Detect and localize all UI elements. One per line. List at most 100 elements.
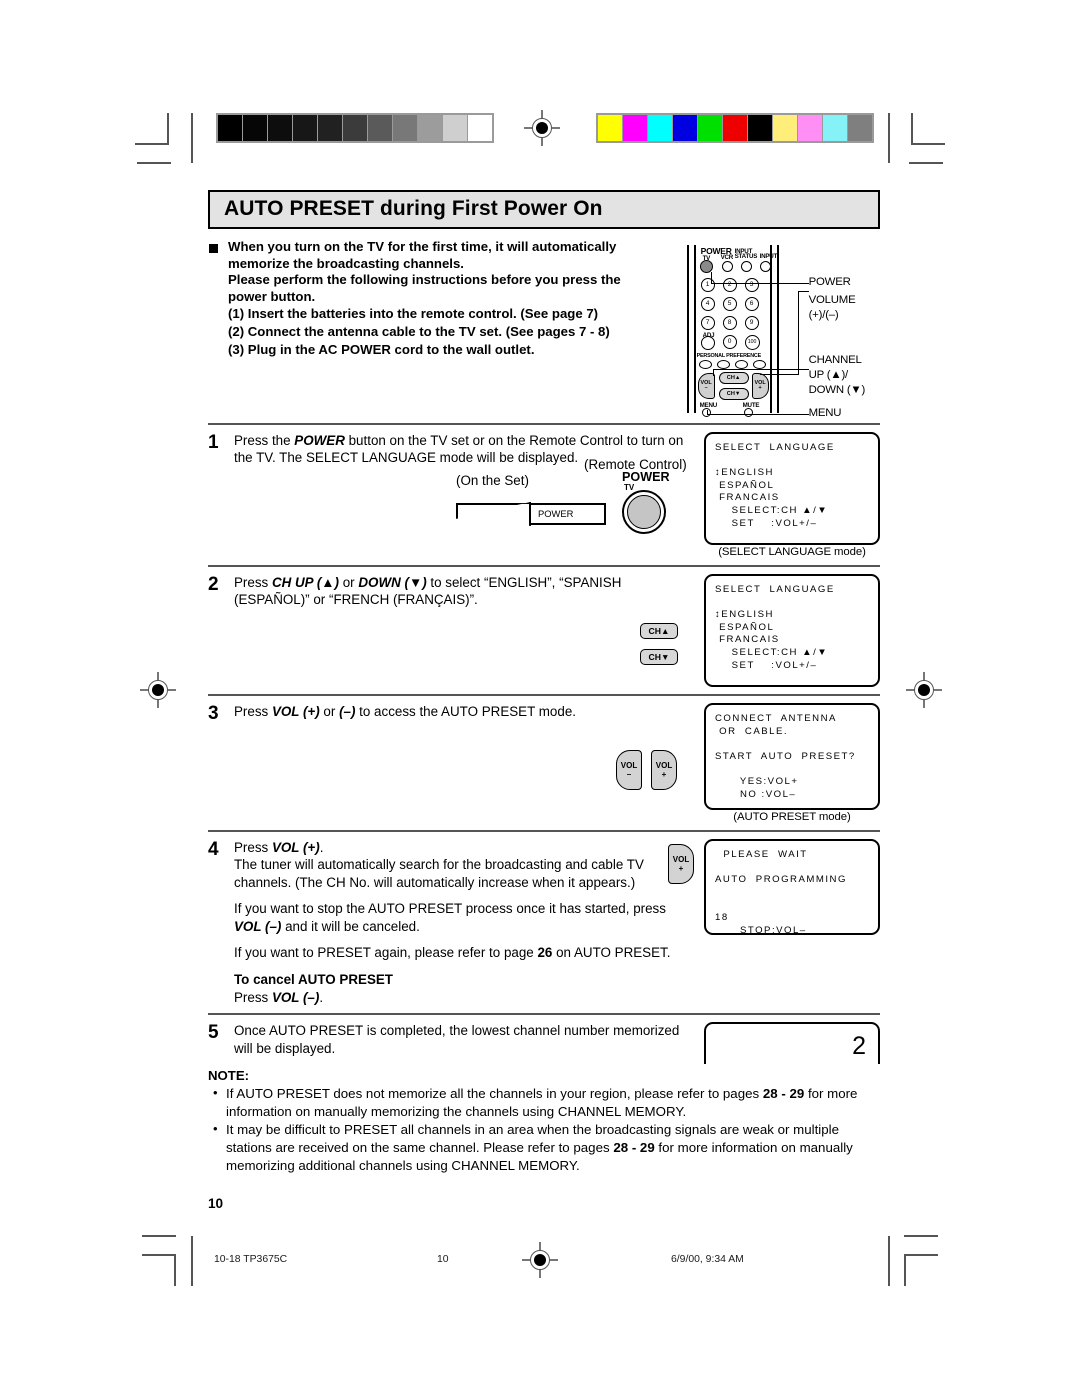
footer-center-text: 10 <box>437 1254 449 1265</box>
page-number: 10 <box>208 1196 224 1211</box>
tv-set-power-label: POWER <box>538 507 574 519</box>
registration-target-right <box>906 672 942 708</box>
remote-power-circle-key[interactable] <box>627 494 661 529</box>
manual-page: AUTO PRESET during First Power On When y… <box>0 0 1080 1397</box>
color-swatch-6 <box>748 115 772 141</box>
remote-vcr-key[interactable] <box>721 261 733 272</box>
intro-item-3: (3) Plug in the AC POWER cord to the wal… <box>228 341 535 357</box>
vol-minus-key-sign: – <box>626 770 632 780</box>
callout-volume: VOLUME <box>808 294 856 306</box>
step-4-p1-pre: Press <box>234 840 272 855</box>
remote-key-6[interactable]: 6 <box>744 297 759 311</box>
ch-down-key[interactable]: CH▼ <box>640 648 678 665</box>
step-4-cancel-line: Press VOL (–). <box>234 989 696 1006</box>
registration-target-left <box>140 672 176 708</box>
step-4-vol-plus-label: VOL <box>672 855 690 864</box>
trim-line-left <box>191 113 193 163</box>
page-content: AUTO PRESET during First Power On When y… <box>208 190 880 1175</box>
crop-mark-top-left-v <box>167 113 169 145</box>
leader-line-channel-v <box>712 369 714 376</box>
remote-pref-key-b[interactable] <box>716 360 730 369</box>
intro-text: When you turn on the TV for the first ti… <box>208 239 675 417</box>
crop-mark-bottom-right-h <box>904 1254 938 1256</box>
remote-key-100[interactable]: 100 <box>744 335 760 350</box>
remote-key-3[interactable]: 3 <box>744 278 759 292</box>
step-4-cancel-heading: To cancel AUTO PRESET <box>234 972 393 988</box>
ch-up-key[interactable]: CH▲ <box>640 622 678 639</box>
grayscale-swatch-0 <box>218 115 242 141</box>
remote-adj-key[interactable] <box>700 336 715 350</box>
remote-key-5[interactable]: 5 <box>722 297 737 311</box>
step-4-p4-bold: 26 <box>537 945 553 961</box>
note-heading: NOTE: <box>208 1068 250 1084</box>
crop-mark-bottom-left-h <box>142 1254 176 1256</box>
remote-pref-key-a[interactable] <box>698 360 712 369</box>
remote-key-7[interactable]: 7 <box>700 316 715 330</box>
step-4-cancel-post: . <box>319 989 324 1005</box>
remote-control-illustration: POWER TV VCR INPUT STATUS INPUT 1 2 3 4 … <box>681 239 880 419</box>
trim-line-bottom-left <box>191 1236 193 1286</box>
crop-mark-bottom-left-bar <box>142 1235 176 1237</box>
registration-target-top <box>524 110 560 146</box>
grayscale-swatch-7 <box>393 115 417 141</box>
remote-input-label: INPUT <box>759 253 778 260</box>
color-swatch-10 <box>848 115 872 141</box>
color-swatch-8 <box>798 115 822 141</box>
remote-ch-up-key[interactable]: CH▲ <box>718 372 749 384</box>
callout-channel: CHANNEL <box>808 354 862 366</box>
step-4-osd-wrap: VOL + PLEASE WAIT AUTO PROGRAMMING 18 ST… <box>668 839 880 1006</box>
crop-mark-top-left-bar <box>137 162 171 164</box>
step-4-p1-post: . <box>319 840 324 855</box>
remote-key-8[interactable]: 8 <box>722 316 737 330</box>
intro-line-4: power button. <box>228 288 316 304</box>
leader-line-menu-h <box>706 414 809 416</box>
crop-mark-top-right-v <box>911 113 913 145</box>
step-2-text-bold-2: DOWN (▼) <box>358 575 427 590</box>
remote-input-key[interactable] <box>759 261 771 272</box>
leader-line-power-h <box>710 283 809 285</box>
step-4-p1-bold: VOL (+) <box>271 840 320 855</box>
callout-menu: MENU <box>808 407 842 419</box>
remote-vol-minus-key[interactable]: VOL – <box>697 373 715 399</box>
remote-input-status-key[interactable] <box>740 261 752 272</box>
step-3-text-post: to access the AUTO PRESET mode. <box>355 704 576 719</box>
step-1: 1 Press the POWER button on the TV set o… <box>208 425 880 565</box>
vol-plus-key[interactable]: VOL + <box>651 750 677 791</box>
grayscale-swatch-5 <box>343 115 367 141</box>
note-item-2: It may be difficult to PRESET all channe… <box>208 1120 880 1174</box>
step-3-text-pre: Press <box>234 704 272 719</box>
note-item-1-pre: If AUTO PRESET does not memorize all the… <box>226 1086 763 1102</box>
step-4-vol-plus-sign: + <box>678 864 684 873</box>
crop-mark-top-right-bar <box>909 162 943 164</box>
color-swatch-1 <box>623 115 647 141</box>
step-4-vol-plus-key[interactable]: VOL + <box>668 844 694 884</box>
step-2-text-bold-1: CH UP (▲) <box>271 575 340 590</box>
remote-pref-key-c[interactable] <box>734 360 748 369</box>
remote-ch-down-key[interactable]: CH▼ <box>718 388 749 400</box>
remote-key-1[interactable]: 1 <box>700 278 715 292</box>
remote-key-9[interactable]: 9 <box>744 316 759 330</box>
step-1-text-pre: Press the <box>234 433 295 448</box>
leader-line-volume-bot <box>759 374 799 376</box>
remote-key-2[interactable]: 2 <box>722 278 737 292</box>
step-1-number: 1 <box>208 432 219 453</box>
vol-minus-key[interactable]: VOL – <box>616 750 642 791</box>
crop-mark-bottom-right-bar <box>904 1235 938 1237</box>
step-1-on-the-set-label: (On the Set) <box>456 472 529 488</box>
step-5-text: Once AUTO PRESET is completed, the lowes… <box>234 1023 680 1056</box>
crop-mark-top-left-h <box>135 143 169 145</box>
remote-mute-key[interactable] <box>743 408 753 417</box>
step-2-number: 2 <box>208 574 219 595</box>
remote-key-4[interactable]: 4 <box>700 297 715 311</box>
step-4-p4-pre: If you want to PRESET again, please refe… <box>234 945 538 961</box>
grayscale-calibration-strip <box>216 113 494 143</box>
leader-line-volume-v <box>797 291 799 375</box>
note-section: NOTE: If AUTO PRESET does not memorize a… <box>208 1068 880 1174</box>
intro-item-2: (2) Connect the antenna cable to the TV … <box>228 323 610 339</box>
remote-vol-plus-key[interactable]: VOL + <box>751 373 769 399</box>
step-1-osd-wrap: SELECT LANGUAGE ↕ENGLISH ESPAÑOL FRANCAI… <box>704 432 880 558</box>
remote-pref-key-d[interactable] <box>752 360 766 369</box>
color-swatch-3 <box>673 115 697 141</box>
color-swatch-7 <box>773 115 797 141</box>
remote-key-0[interactable]: 0 <box>722 335 737 349</box>
